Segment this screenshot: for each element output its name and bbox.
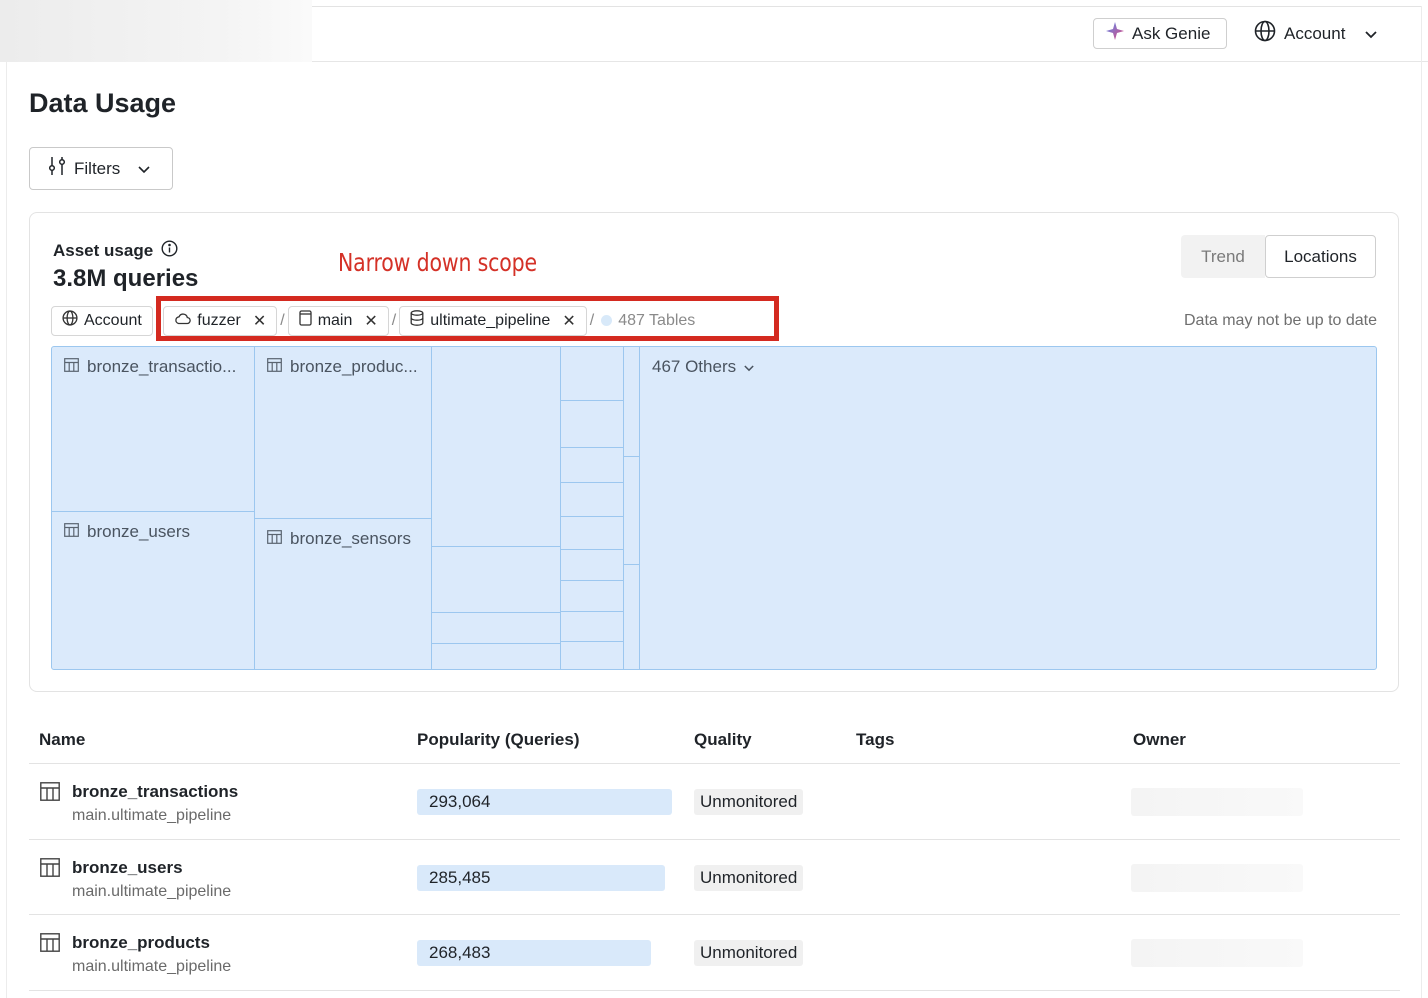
table-row[interactable]: bronze_products main.ultimate_pipeline 2…: [29, 915, 1400, 990]
ask-genie-button[interactable]: Ask Genie: [1093, 18, 1227, 49]
frame-border-left: [6, 62, 7, 998]
treemap-tile[interactable]: [624, 457, 640, 565]
treemap-tile[interactable]: [561, 347, 624, 401]
treemap-tile[interactable]: [624, 565, 640, 669]
column-header-quality[interactable]: Quality: [694, 730, 752, 750]
treemap-tile[interactable]: bronze_sensors: [255, 519, 432, 669]
top-bar: Ask Genie Account: [0, 0, 1428, 62]
treemap-others-tile[interactable]: 467 Others: [640, 347, 1376, 669]
table-icon: [64, 522, 79, 542]
asset-usage-label: Asset usage: [53, 241, 154, 260]
breadcrumb-account[interactable]: Account: [51, 305, 153, 336]
popularity-bar: 293,064: [417, 789, 672, 815]
treemap-tile[interactable]: [561, 448, 624, 483]
total-queries-metric: 3.8M queries: [53, 265, 199, 292]
popularity-bar: 285,485: [417, 865, 665, 891]
treemap-tile[interactable]: [561, 642, 624, 669]
table-path: main.ultimate_pipeline: [72, 807, 232, 824]
annotation-callout: Narrow down scope: [338, 248, 537, 277]
treemap-tile[interactable]: [561, 550, 624, 581]
treemap-tile-label: bronze_users: [87, 522, 191, 541]
treemap-tile[interactable]: [432, 613, 561, 644]
view-toggle: Trend Locations: [1181, 235, 1376, 278]
treemap-tile[interactable]: [561, 401, 624, 448]
table-path: main.ultimate_pipeline: [72, 958, 232, 975]
filters-label: Filters: [74, 158, 121, 178]
quality-badge: Unmonitored: [694, 865, 804, 891]
treemap-others-label: 467 Others: [652, 357, 737, 376]
chevron-down-icon: [1365, 24, 1378, 44]
sliders-icon: [48, 156, 66, 181]
filters-button[interactable]: Filters: [29, 147, 173, 190]
table-icon: [40, 933, 60, 957]
treemap-tile-label: bronze_transactio...: [87, 357, 237, 376]
info-icon[interactable]: [161, 240, 178, 262]
quality-badge: Unmonitored: [694, 940, 804, 966]
owner-avatar-blurred: [1131, 788, 1303, 816]
owner-avatar-blurred: [1131, 864, 1303, 892]
table-name-link[interactable]: bronze_transactions: [72, 782, 238, 802]
treemap-tile[interactable]: [561, 612, 624, 642]
table-icon: [267, 357, 282, 377]
page-title: Data Usage: [29, 88, 177, 118]
table-path: main.ultimate_pipeline: [72, 883, 232, 900]
globe-icon: [1254, 20, 1276, 47]
column-header-name[interactable]: Name: [39, 730, 85, 750]
column-header-owner[interactable]: Owner: [1133, 730, 1186, 750]
usage-treemap: bronze_transactio... bronze_users bronze…: [51, 346, 1377, 670]
table-icon: [40, 782, 60, 806]
treemap-tile[interactable]: [432, 644, 561, 669]
owner-avatar-blurred: [1131, 939, 1303, 967]
treemap-tile[interactable]: [561, 581, 624, 612]
tab-locations[interactable]: Locations: [1265, 235, 1376, 278]
table-row[interactable]: bronze_users main.ultimate_pipeline 285,…: [29, 840, 1400, 915]
popularity-bar: 268,483: [417, 940, 651, 966]
workspace-header-blurred: [0, 0, 312, 62]
treemap-tile[interactable]: bronze_users: [52, 512, 255, 669]
table-name-link[interactable]: bronze_users: [72, 858, 183, 878]
treemap-tile[interactable]: [432, 347, 561, 547]
table-icon: [267, 529, 282, 549]
breadcrumb-account-label: Account: [84, 311, 142, 329]
treemap-tile-label: bronze_sensors: [290, 529, 411, 548]
treemap-tile-label: bronze_produc...: [290, 357, 418, 376]
column-header-tags[interactable]: Tags: [856, 730, 894, 750]
treemap-tile[interactable]: [561, 483, 624, 517]
quality-badge: Unmonitored: [694, 789, 804, 815]
treemap-tile[interactable]: [624, 347, 640, 457]
table-icon: [40, 858, 60, 882]
ask-genie-label: Ask Genie: [1132, 23, 1211, 43]
column-header-popularity[interactable]: Popularity (Queries): [417, 730, 579, 750]
asset-usage-heading: Asset usage: [53, 240, 178, 262]
stale-data-note: Data may not be up to date: [1183, 312, 1377, 329]
treemap-tile[interactable]: [432, 547, 561, 613]
table-divider: [29, 990, 1400, 991]
frame-border-right: [1421, 6, 1422, 998]
table-row[interactable]: bronze_transactions main.ultimate_pipeli…: [29, 764, 1400, 839]
sparkle-icon: [1106, 22, 1124, 45]
chevron-down-icon: [138, 159, 150, 179]
table-name-link[interactable]: bronze_products: [72, 933, 210, 953]
globe-icon: [62, 310, 78, 331]
tab-trend[interactable]: Trend: [1181, 235, 1265, 278]
treemap-tile[interactable]: bronze_produc...: [255, 347, 432, 519]
account-label: Account: [1284, 23, 1346, 43]
annotation-highlight-box: [156, 296, 779, 341]
chevron-down-icon[interactable]: [744, 357, 754, 377]
table-icon: [64, 357, 79, 377]
treemap-tile[interactable]: [561, 517, 624, 550]
top-divider: [312, 6, 1422, 7]
account-menu[interactable]: Account: [1254, 18, 1378, 49]
treemap-tile[interactable]: bronze_transactio...: [52, 347, 255, 512]
